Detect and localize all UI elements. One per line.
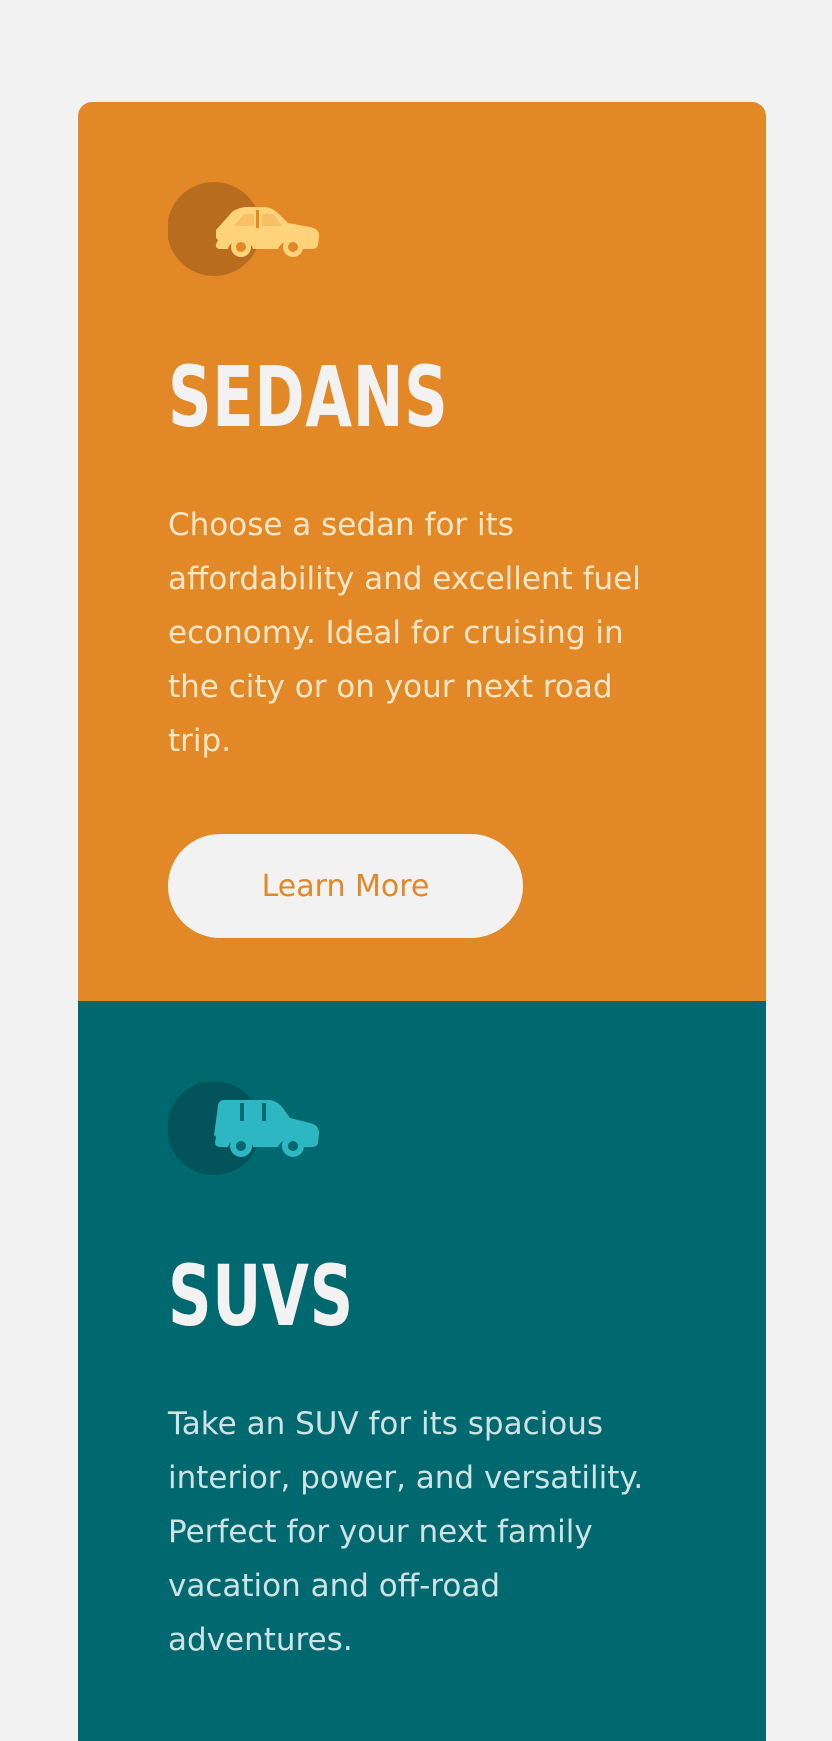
suv-car-icon: [168, 1081, 320, 1175]
card-suvs: SUVS Take an SUV for its spacious interi…: [78, 1001, 766, 1741]
card-description: Take an SUV for its spacious interior, p…: [168, 1406, 644, 1658]
card-description: Choose a sedan for its affordability and…: [168, 507, 641, 759]
car-category-cards: SEDANS Choose a sedan for its affordabil…: [78, 102, 766, 1741]
card-title: SUVS: [168, 1247, 354, 1345]
card-sedans: SEDANS Choose a sedan for its affordabil…: [78, 102, 766, 1001]
learn-more-button[interactable]: Learn More: [168, 834, 523, 938]
card-title: SEDANS: [168, 348, 449, 446]
sedan-car-icon: [168, 182, 320, 276]
